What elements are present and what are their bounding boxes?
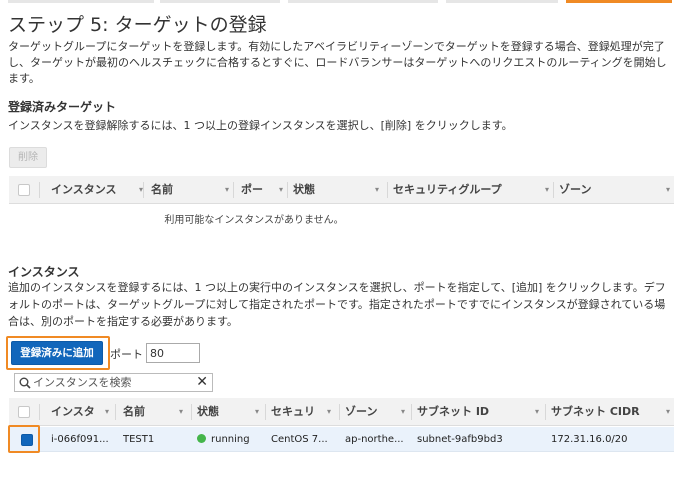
remove-button[interactable]: 削除 (9, 147, 47, 168)
sort-caret-icon: ▾ (254, 407, 259, 416)
column-divider (545, 404, 546, 420)
sort-caret-icon: ▾ (326, 407, 331, 416)
sort-caret-icon: ▾ (104, 407, 109, 416)
instance-search[interactable]: ✕ (14, 373, 213, 392)
column-divider (265, 404, 266, 420)
page-title: ステップ 5: ターゲットの登録 (8, 14, 267, 36)
search-icon (19, 377, 31, 389)
highlight-frame (8, 425, 40, 453)
page-description-line: ます。 (8, 72, 40, 85)
column-header-instance[interactable]: インスタ ▾ (51, 398, 113, 426)
instances-table-header: インスタ ▾ 名前 ▾ 状態 ▾ セキュリ ▾ ゾーン ▾ サブネット ID ▾… (9, 398, 674, 426)
column-divider (411, 404, 412, 420)
column-header-status[interactable]: 状態 ▾ (293, 176, 383, 204)
column-header-label: 名前 (123, 405, 145, 418)
wizard-step-tab[interactable] (160, 0, 280, 3)
cell-zone: ap-northe... (345, 434, 404, 445)
wizard-step-tab-active[interactable] (566, 0, 672, 3)
wizard-step-tabs (0, 0, 680, 6)
sort-caret-icon: ▾ (278, 185, 283, 194)
cell-subnet-cidr: 172.31.16.0/20 (551, 434, 628, 445)
wizard-step-tab[interactable] (8, 0, 154, 3)
instances-description-line: ォルトのポートは、ターゲットグループに対して指定されたポートです。指定されたポー… (8, 298, 666, 311)
sort-caret-icon: ▾ (534, 407, 539, 416)
table-row[interactable]: i-066f091... TEST1 running CentOS 7... a… (9, 427, 674, 452)
select-all-checkbox[interactable] (18, 184, 30, 196)
column-header-security-group[interactable]: セキュリティグループ ▾ (393, 176, 553, 204)
sort-caret-icon: ▾ (544, 185, 549, 194)
column-header-name[interactable]: 名前 ▾ (123, 398, 187, 426)
column-divider (39, 404, 40, 420)
column-header-label: セキュリティグループ (393, 183, 502, 196)
cell-subnet-id: subnet-9afb9bd3 (417, 434, 503, 445)
column-header-label: ゾーン (559, 183, 592, 196)
instances-description-line: 合は、別のポートを指定する必要があります。 (8, 315, 238, 328)
cell-status: running (197, 427, 263, 452)
cell-instance: i-066f091... (51, 434, 109, 445)
column-header-subnet-cidr[interactable]: サブネット CIDR ▾ (551, 398, 674, 426)
column-header-port[interactable]: ポー ▾ (241, 176, 287, 204)
cell-security-group: CentOS 7... (271, 434, 328, 445)
registered-targets-heading: 登録済みターゲット (8, 100, 117, 114)
column-divider (39, 182, 40, 198)
column-divider (553, 182, 554, 198)
column-header-label: 名前 (151, 183, 173, 196)
column-header-label: セキュリ (271, 405, 315, 418)
column-divider (191, 404, 192, 420)
column-header-label: インスタンス (51, 183, 117, 196)
empty-table-message: 利用可能なインスタンスがありません。 (164, 215, 344, 226)
status-text: running (211, 434, 250, 445)
column-divider (387, 182, 388, 198)
column-header-zone[interactable]: ゾーン ▾ (345, 398, 409, 426)
sort-caret-icon: ▾ (400, 407, 405, 416)
column-header-label: インスタ (51, 405, 95, 418)
cell-name: TEST1 (123, 434, 155, 445)
sort-caret-icon: ▾ (374, 185, 379, 194)
column-header-status[interactable]: 状態 ▾ (197, 398, 263, 426)
column-divider (115, 404, 116, 420)
port-label: ポート (110, 348, 143, 361)
column-header-zone[interactable]: ゾーン ▾ (559, 176, 674, 204)
column-header-security-group[interactable]: セキュリ ▾ (271, 398, 335, 426)
column-header-label: ポー (241, 183, 263, 196)
select-all-checkbox[interactable] (18, 406, 30, 418)
column-header-label: サブネット CIDR (551, 405, 640, 418)
wizard-step-tab[interactable] (288, 0, 438, 3)
column-header-label: サブネット ID (417, 405, 490, 418)
registered-table-header: インスタンス ▾ 名前 ▾ ポー ▾ 状態 ▾ セキュリティグループ ▾ ゾーン… (9, 176, 674, 204)
sort-caret-icon: ▾ (224, 185, 229, 194)
column-header-instance[interactable]: インスタンス ▾ (51, 176, 147, 204)
status-running-icon (197, 434, 206, 443)
search-input[interactable] (33, 375, 193, 390)
column-divider (339, 404, 340, 420)
column-divider (143, 182, 144, 198)
port-input[interactable] (146, 343, 200, 363)
column-header-label: 状態 (197, 405, 219, 418)
sort-caret-icon: ▾ (665, 407, 670, 416)
column-header-label: ゾーン (345, 405, 378, 418)
column-header-subnet-id[interactable]: サブネット ID ▾ (417, 398, 543, 426)
page-description-line: し、ターゲットが最初のヘルスチェックに合格するとすぐに、ロードバランサーはターゲ… (8, 56, 667, 69)
column-header-label: 状態 (293, 183, 315, 196)
close-icon[interactable]: ✕ (196, 374, 208, 391)
registered-targets-instruction: インスタンスを登録解除するには、1 つ以上の登録インスタンスを選択し、[削除] … (8, 119, 513, 132)
sort-caret-icon: ▾ (178, 407, 183, 416)
instances-description-line: 追加のインスタンスを登録するには、1 つ以上の実行中のインスタンスを選択し、ポー… (8, 281, 666, 294)
add-to-registered-button[interactable]: 登録済みに追加 (11, 341, 103, 365)
page-description-line: ターゲットグループにターゲットを登録します。有効にしたアベイラビリティーゾーンで… (8, 40, 665, 53)
instances-heading: インスタンス (8, 265, 80, 279)
column-divider (233, 182, 234, 198)
wizard-step-tab[interactable] (446, 0, 558, 3)
column-header-name[interactable]: 名前 ▾ (151, 176, 233, 204)
column-divider (287, 182, 288, 198)
sort-caret-icon: ▾ (665, 185, 670, 194)
